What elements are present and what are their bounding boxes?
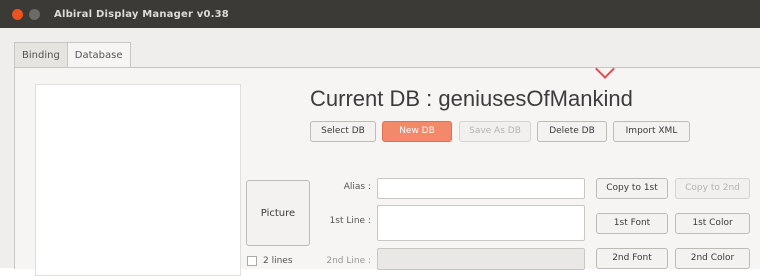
chevron-down-icon bbox=[595, 59, 615, 79]
second-font-button[interactable]: 2nd Font bbox=[596, 248, 668, 269]
picture-button[interactable]: Picture bbox=[246, 180, 310, 246]
delete-db-button[interactable]: Delete DB bbox=[537, 121, 607, 142]
title-bar: Albiral Display Manager v0.38 bbox=[0, 0, 760, 28]
tab-binding[interactable]: Binding bbox=[14, 42, 68, 67]
copy-to-1st-button[interactable]: Copy to 1st bbox=[596, 178, 668, 199]
second-color-button[interactable]: 2nd Color bbox=[675, 248, 750, 269]
select-db-button[interactable]: Select DB bbox=[310, 121, 376, 142]
second-line-input[interactable] bbox=[377, 248, 585, 270]
first-font-button[interactable]: 1st Font bbox=[596, 213, 668, 234]
copy-to-2nd-button[interactable]: Copy to 2nd bbox=[675, 178, 750, 199]
new-db-button[interactable]: New DB bbox=[382, 121, 452, 142]
save-as-db-button[interactable]: Save As DB bbox=[459, 121, 531, 142]
alias-label: Alias : bbox=[343, 182, 371, 192]
close-window-icon[interactable] bbox=[12, 8, 23, 20]
import-xml-button[interactable]: Import XML bbox=[613, 121, 690, 142]
window-title: Albiral Display Manager v0.38 bbox=[54, 8, 229, 20]
database-panel: Current DB : geniusesOfMankind Select DB… bbox=[14, 59, 760, 276]
first-color-button[interactable]: 1st Color bbox=[675, 213, 750, 234]
alias-input[interactable] bbox=[377, 178, 585, 199]
two-lines-checkbox[interactable] bbox=[247, 256, 257, 266]
minimize-window-icon[interactable] bbox=[29, 8, 40, 20]
app-window: Binding Database Current DB : geniusesOf… bbox=[0, 28, 760, 276]
current-db-title: Current DB : geniusesOfMankind bbox=[310, 86, 633, 111]
second-line-label: 2nd Line : bbox=[326, 256, 371, 266]
database-list[interactable] bbox=[35, 84, 241, 276]
first-line-label: 1st Line : bbox=[329, 216, 371, 226]
first-line-input[interactable] bbox=[377, 205, 585, 241]
tab-bar: Binding Database bbox=[14, 42, 131, 68]
two-lines-label: 2 lines bbox=[263, 256, 293, 266]
tab-database[interactable]: Database bbox=[66, 42, 131, 68]
